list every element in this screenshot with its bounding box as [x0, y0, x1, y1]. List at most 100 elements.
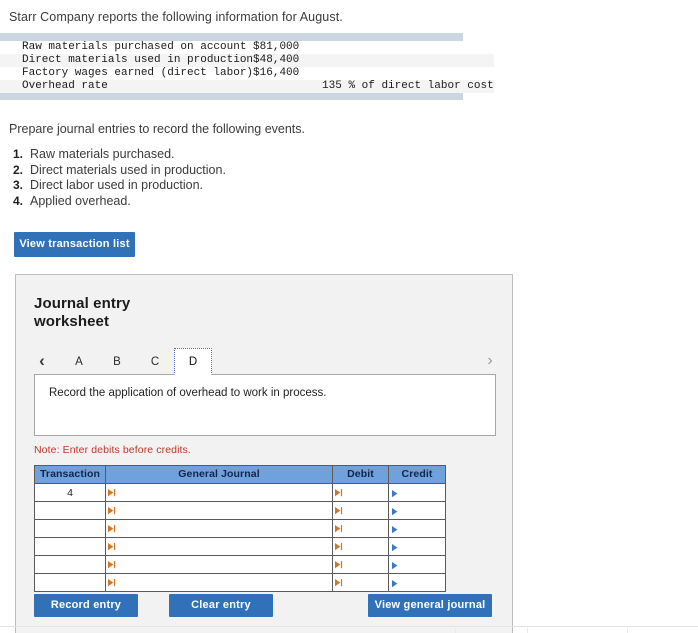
view-transaction-list-button[interactable]: View transaction list [14, 232, 135, 257]
page-title: Journal entry worksheet [34, 295, 131, 330]
table-row [34, 537, 446, 556]
tab-d[interactable]: D [174, 348, 212, 375]
cell-credit[interactable] [388, 555, 446, 574]
account-picker-icon[interactable] [108, 575, 117, 587]
table-row: 4 [34, 483, 446, 502]
cell-credit[interactable] [388, 519, 446, 538]
view-general-journal-button[interactable]: View general journal [368, 594, 492, 617]
table-row [34, 501, 446, 520]
worksheet-footer: Record entry Clear entry View general jo… [16, 594, 512, 618]
cell-general-journal[interactable] [105, 555, 333, 574]
list-item-number: 2. [13, 162, 24, 177]
fact-value: $48,400 [253, 54, 300, 66]
debit-entry-icon[interactable] [335, 575, 344, 587]
list-item-label: Direct labor used in production. [30, 178, 204, 192]
account-picker-icon[interactable] [108, 503, 117, 515]
fact-label: Direct materials used in production [22, 54, 254, 66]
credit-entry-icon[interactable] [392, 522, 401, 534]
chevron-right-icon[interactable]: › [482, 348, 498, 374]
cell-credit[interactable] [388, 501, 446, 520]
list-item: 4. Applied overhead. [13, 194, 698, 210]
cell-transaction[interactable] [34, 501, 106, 520]
cell-debit[interactable] [332, 501, 389, 520]
intro-text: Starr Company reports the following info… [9, 10, 343, 24]
credit-entry-icon[interactable] [392, 486, 401, 498]
events-list: 1. Raw materials purchased. 2. Direct mater… [0, 147, 698, 209]
fact-row: Direct materials used in production $48,4… [0, 54, 494, 67]
cell-debit[interactable] [332, 555, 389, 574]
account-picker-icon[interactable] [108, 557, 117, 569]
credit-entry-icon[interactable] [392, 558, 401, 570]
fact-row: Raw materials purchased on account $81,00… [0, 41, 494, 54]
table-row [34, 555, 446, 574]
fact-table-top-band [0, 33, 463, 41]
journal-entry-table-wrap: Transaction General Journal Debit Credit 4 [34, 465, 446, 592]
list-item-number: 4. [13, 193, 24, 208]
debit-entry-icon[interactable] [335, 557, 344, 569]
cell-credit[interactable] [388, 483, 446, 502]
fact-label: Factory wages earned (direct labor) [22, 67, 254, 79]
cell-debit[interactable] [332, 573, 389, 592]
cell-transaction[interactable]: 4 [34, 483, 106, 502]
cell-transaction[interactable] [34, 519, 106, 538]
list-item: 1. Raw materials purchased. [13, 147, 698, 163]
tab-b[interactable]: B [98, 348, 136, 375]
list-item-label: Applied overhead. [30, 193, 131, 208]
cell-debit[interactable] [332, 519, 389, 538]
prepare-instruction: Prepare journal entries to record the fo… [9, 122, 305, 136]
cell-transaction[interactable] [34, 537, 106, 556]
cell-credit[interactable] [388, 537, 446, 556]
debit-entry-icon[interactable] [335, 521, 344, 533]
credit-entry-icon[interactable] [392, 540, 401, 552]
fact-row: Factory wages earned (direct labor) $16,4… [0, 67, 494, 80]
cell-general-journal[interactable] [105, 537, 333, 556]
record-entry-button[interactable]: Record entry [34, 594, 138, 617]
worksheet-tabs: ‹ ABCD › [16, 346, 512, 375]
cell-transaction[interactable] [34, 555, 106, 574]
fact-row: Overhead rate 135 % of direct labor cost [0, 80, 494, 93]
list-item-label: Raw materials purchased. [30, 147, 175, 161]
fact-label: Overhead rate [22, 80, 108, 92]
table-row [34, 573, 446, 592]
fact-label: Raw materials purchased on account [22, 41, 247, 53]
list-item-number: 3. [13, 178, 24, 192]
tab-c[interactable]: C [136, 348, 174, 375]
company-info-table: Raw materials purchased on account $81,00… [0, 33, 494, 100]
fact-value: $81,000 [253, 41, 300, 53]
debit-entry-icon[interactable] [335, 539, 344, 551]
cell-credit[interactable] [388, 573, 446, 592]
list-item-label: Direct materials used in production. [30, 162, 226, 177]
cell-general-journal[interactable] [105, 483, 333, 502]
column-header-debit: Debit [332, 465, 389, 484]
clear-entry-button[interactable]: Clear entry [169, 594, 273, 617]
journal-entry-worksheet-panel: Journal entry worksheet ‹ ABCD › Record … [15, 274, 513, 633]
cell-transaction[interactable] [34, 573, 106, 592]
credit-entry-icon[interactable] [392, 504, 401, 516]
cell-debit[interactable] [332, 483, 389, 502]
cell-general-journal[interactable] [105, 573, 333, 592]
fact-value: 135 % of direct labor cost [322, 80, 494, 92]
list-item-number: 1. [13, 147, 24, 161]
list-item: 2. Direct materials used in production. [13, 163, 698, 179]
debits-before-credits-note: Note: Enter debits before credits. [34, 444, 191, 456]
tab-a[interactable]: A [60, 348, 98, 375]
journal-entry-table: Transaction General Journal Debit Credit 4 [34, 465, 446, 592]
column-header-credit: Credit [388, 465, 446, 484]
table-row [34, 519, 446, 538]
list-item: 3. Direct labor used in production. [13, 178, 698, 194]
cell-debit[interactable] [332, 537, 389, 556]
account-picker-icon[interactable] [108, 485, 117, 497]
cell-general-journal[interactable] [105, 519, 333, 538]
credit-entry-icon[interactable] [392, 576, 401, 588]
account-picker-icon[interactable] [108, 539, 117, 551]
debit-entry-icon[interactable] [335, 485, 344, 497]
debit-entry-icon[interactable] [335, 503, 344, 515]
account-picker-icon[interactable] [108, 521, 117, 533]
fact-table-bottom-band [0, 93, 463, 100]
chevron-left-icon[interactable]: ‹ [34, 348, 50, 374]
table-header-row: Transaction General Journal Debit Credit [34, 465, 446, 484]
fact-table: Raw materials purchased on account $81,00… [0, 41, 494, 93]
page-bottom-edge [0, 626, 698, 633]
cell-general-journal[interactable] [105, 501, 333, 520]
fact-value: $16,400 [253, 67, 300, 79]
